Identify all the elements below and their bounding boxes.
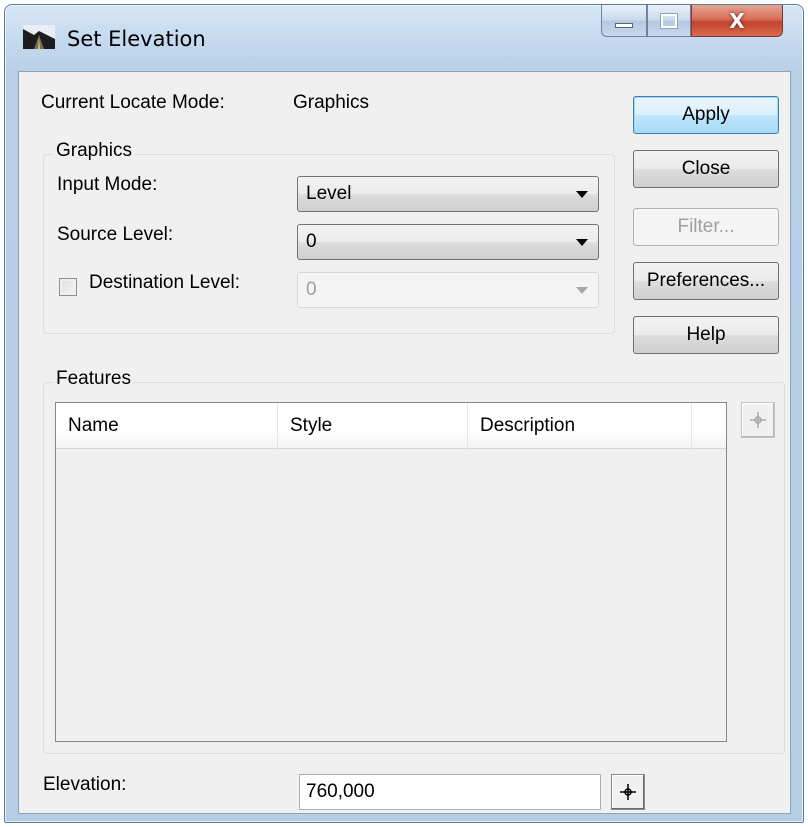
close-icon: X [729,8,745,33]
maximize-icon [660,12,678,29]
column-name-label: Name [68,415,119,436]
close-button[interactable]: Close [633,150,779,188]
set-elevation-window: Set Elevation X Current Locate Mode: Gra… [4,4,804,823]
elevation-label: Elevation: [43,774,127,795]
input-mode-label: Input Mode: [57,174,158,195]
destination-level-dropdown[interactable]: 0 [297,272,599,308]
column-header-style[interactable]: Style [278,403,468,449]
column-style-label: Style [290,415,333,436]
chevron-down-icon [576,239,588,246]
features-list[interactable]: Name Style Description [55,402,727,742]
dialog-body: Current Locate Mode: Graphics Graphics I… [18,71,791,814]
filter-button-label: Filter... [677,216,735,237]
input-mode-value: Level [306,183,352,204]
current-locate-mode-value: Graphics [293,92,370,113]
destination-level-value: 0 [306,279,317,300]
destination-level-checkbox[interactable] [59,278,77,296]
close-window-button[interactable]: X [691,5,783,37]
graphics-group-title: Graphics [53,140,136,162]
chevron-down-icon [576,287,588,294]
window-title: Set Elevation [67,27,206,51]
input-mode-dropdown[interactable]: Level [297,176,599,212]
column-description-label: Description [480,415,576,436]
crosshair-icon [750,412,766,428]
apply-button-label: Apply [682,104,730,125]
locate-elevation-button[interactable] [611,774,645,810]
elevation-value: 760,000 [306,781,375,802]
title-bar[interactable]: Set Elevation X [5,5,803,71]
preferences-button-label: Preferences... [646,270,766,291]
source-level-dropdown[interactable]: 0 [297,224,599,260]
source-level-value: 0 [306,231,317,252]
source-level-label: Source Level: [57,224,174,245]
elevation-input[interactable]: 760,000 [299,774,601,810]
chevron-down-icon [576,191,588,198]
features-list-header: Name Style Description [56,403,726,449]
minimize-icon [615,23,633,28]
apply-button[interactable]: Apply [633,96,779,134]
road-elevation-icon [23,25,55,49]
column-header-name[interactable]: Name [56,403,278,449]
help-button[interactable]: Help [633,316,779,354]
preferences-button[interactable]: Preferences... [633,262,779,300]
column-header-description[interactable]: Description [468,403,692,449]
features-group-title: Features [53,368,134,390]
destination-level-label: Destination Level: [89,272,241,293]
filter-button[interactable]: Filter... [633,208,779,246]
column-header-filler [692,403,726,449]
maximize-button[interactable] [647,5,691,37]
help-button-label: Help [686,324,726,345]
locate-feature-button[interactable] [741,402,775,438]
close-button-label: Close [681,158,731,179]
minimize-button[interactable] [601,5,647,37]
crosshair-icon [620,784,636,800]
current-locate-mode-label: Current Locate Mode: [41,92,225,113]
